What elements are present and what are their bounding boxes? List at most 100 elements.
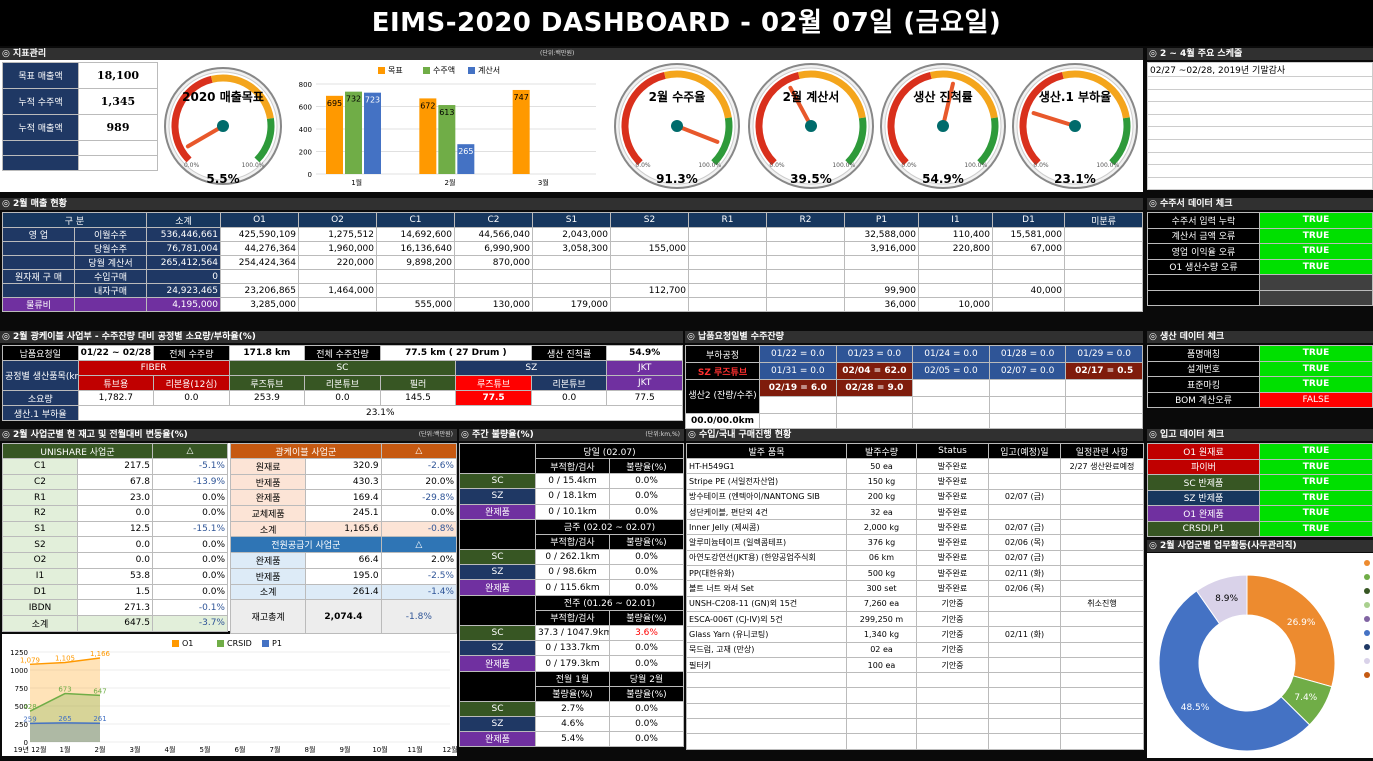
sales-cell: 555,000 xyxy=(377,298,455,312)
purchase-row xyxy=(687,719,1144,734)
dashboard-title: EIMS-2020 DASHBOARD - 02월 07일 (금요일) xyxy=(0,0,1373,46)
order-check-table: 수주서 입력 누락TRUE계산서 금액 오류TRUE영업 이익율 오류TRUEO… xyxy=(1147,212,1373,306)
cable-cell: 54.9% xyxy=(607,346,683,361)
purchase-cell: 100 ea xyxy=(847,657,917,672)
cable-cell: 생산.1 부하율 xyxy=(3,406,79,421)
purchase-cell xyxy=(687,703,847,718)
schedule-item xyxy=(1148,77,1373,90)
sales-cell xyxy=(689,256,767,270)
inventory-cell: 0.0% xyxy=(153,553,228,569)
schedule-row xyxy=(1148,114,1373,127)
check-label: 수주서 입력 누락 xyxy=(1148,213,1260,229)
sales-cell xyxy=(1065,256,1143,270)
kpi-label: 누적 매출액 xyxy=(3,115,79,141)
sales-row: 당월수주76,781,00444,276,3641,960,00016,136,… xyxy=(3,242,1143,256)
defect-cell xyxy=(460,444,536,474)
purchase-cell xyxy=(1061,550,1144,565)
purchase-row xyxy=(687,688,1144,703)
defect-cell: 부적합/검사 xyxy=(536,534,610,549)
inventory-cell: 완제품 xyxy=(231,490,306,506)
sales-cell xyxy=(993,256,1065,270)
purchase-cell: 발주완료 xyxy=(917,520,989,535)
gauge-svg xyxy=(878,62,1008,190)
purchase-row xyxy=(687,673,1144,688)
sales-cell xyxy=(533,256,611,270)
purchase-cell: 299,250 m xyxy=(847,611,917,626)
defect-cell: 0 / 133.7km xyxy=(536,641,610,656)
check-value: TRUE xyxy=(1260,377,1373,393)
deadline-cell xyxy=(1066,397,1143,414)
inventory-cell: 245.1 xyxy=(306,506,381,522)
purchase-row xyxy=(687,734,1144,749)
gauge-value: 39.5% xyxy=(746,172,876,186)
inventory-tables: UNISHARE 사업군△C1217.5-5.1%C267.8-13.9%R12… xyxy=(2,443,457,631)
purchase-cell: PP(대한유화) xyxy=(687,566,847,581)
receipt-check-section-header: ◎ 입고 데이터 체크 xyxy=(1147,429,1373,441)
inventory-row: C267.8-13.9% xyxy=(3,474,228,490)
schedule-item xyxy=(1148,114,1373,127)
inventory-cell: S2 xyxy=(3,537,78,553)
kpi-label: 누적 수주액 xyxy=(3,89,79,115)
sales-cell xyxy=(611,298,689,312)
purchase-cell xyxy=(989,459,1061,474)
sales-cell: 당월 계산서 xyxy=(75,256,147,270)
gauge-value: 23.1% xyxy=(1010,172,1140,186)
purchase-cell xyxy=(847,703,917,718)
inventory-cell: C2 xyxy=(3,474,78,490)
schedule-row xyxy=(1148,89,1373,102)
gauge-title: 생산 진척률 xyxy=(878,88,1008,105)
inventory-cell: 2.0% xyxy=(381,553,456,569)
purchase-row: Inner Jelly (제씨콤)2,000 kg발주완료02/07 (금) xyxy=(687,520,1144,535)
purchase-cell xyxy=(1061,673,1144,688)
cable-cell: 리본용(12심) xyxy=(154,376,230,391)
purchase-row xyxy=(687,703,1144,718)
defect-cell: SC xyxy=(460,625,536,640)
inventory-row: 광케이블 사업군△ xyxy=(231,444,457,459)
deadline-table: 부하공정01/22 = 0.001/23 = 0.001/24 = 0.001/… xyxy=(685,345,1143,429)
sales-section-header: ◎ 2월 매출 현황 xyxy=(0,198,1143,210)
purchase-column-header: 입고(예정)일 xyxy=(989,444,1061,459)
sales-column-header: P1 xyxy=(845,213,919,228)
sales-cell: 254,424,364 xyxy=(221,256,299,270)
sales-cell xyxy=(455,270,533,284)
gauge-min-label: 0.0% xyxy=(184,162,199,169)
schedule-row xyxy=(1148,139,1373,152)
cable-row: 튜브용리본용(12심)루즈튜브리본튜브필러루즈튜브리본튜브JKT xyxy=(3,376,683,391)
cable-cell: 253.9 xyxy=(229,391,305,406)
check-label: 설계번호 xyxy=(1148,361,1260,377)
bar-label: 695 xyxy=(327,99,342,108)
sales-cell: 영 업 xyxy=(3,228,75,242)
check-row: 수주서 입력 누락TRUE xyxy=(1148,213,1373,229)
inventory-row: 완제품169.4-29.8% xyxy=(231,490,457,506)
y-tick-label: 1000 xyxy=(10,667,28,675)
check-value: TRUE xyxy=(1260,244,1373,260)
purchase-column-header: Status xyxy=(917,444,989,459)
sales-cell: 1,275,512 xyxy=(299,228,377,242)
purchase-cell xyxy=(989,642,1061,657)
sales-column-header: S1 xyxy=(533,213,611,228)
inventory-cell: 0.0% xyxy=(153,537,228,553)
sales-column-header: C1 xyxy=(377,213,455,228)
sales-cell: 536,446,661 xyxy=(147,228,221,242)
kpi-row: 목표 매출액18,100 xyxy=(3,63,158,89)
inventory-cell: R1 xyxy=(3,490,78,506)
gauge-min-label: 0.0% xyxy=(635,162,650,169)
inventory-cell: 67.8 xyxy=(78,474,153,490)
defect-cell: 5.4% xyxy=(536,731,610,746)
legend-dot xyxy=(1364,602,1370,608)
sales-row: 원자재 구 매수입구매0 xyxy=(3,270,1143,284)
cable-cell: 소요량 xyxy=(3,391,79,406)
sales-cell xyxy=(75,298,147,312)
inventory-cell: 320.9 xyxy=(306,459,381,475)
inventory-cell: 소계 xyxy=(231,584,306,600)
prod-check-table: 품명매칭TRUE설계번호TRUE표준마킹TRUEBOM 계산오류FALSE xyxy=(1147,345,1373,408)
schedule-item xyxy=(1148,102,1373,115)
inventory-cell: 169.4 xyxy=(306,490,381,506)
schedule-item xyxy=(1148,177,1373,190)
kpi-row xyxy=(3,141,158,156)
check-value: TRUE xyxy=(1260,346,1373,362)
sales-cell: 220,800 xyxy=(919,242,993,256)
purchase-cell: 02/07 (금) xyxy=(989,489,1061,504)
deadline-cell: 01/28 = 0.0 xyxy=(989,346,1066,363)
x-tick-label: 8월 xyxy=(305,745,316,754)
